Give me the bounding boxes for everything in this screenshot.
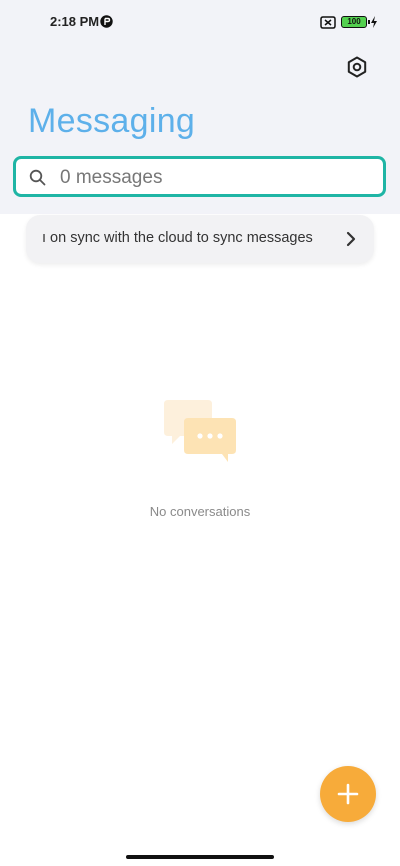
- sim-disabled-icon: [320, 16, 336, 29]
- gear-icon: [347, 56, 367, 78]
- battery-icon: 100: [341, 16, 370, 28]
- settings-button[interactable]: [342, 52, 372, 82]
- sync-banner-text: ı on sync with the cloud to sync message…: [42, 230, 313, 246]
- status-bar: 2:18 PM 100: [0, 0, 400, 46]
- cloud-sync-banner[interactable]: ı on sync with the cloud to sync message…: [26, 215, 374, 263]
- search-bar[interactable]: [13, 156, 386, 197]
- chevron-right-icon: [346, 231, 356, 247]
- empty-state-text: No conversations: [149, 504, 251, 519]
- charging-bolt-icon: [371, 16, 377, 28]
- status-time: 2:18 PM: [50, 14, 100, 29]
- plus-icon: [337, 783, 359, 805]
- new-message-button[interactable]: [320, 766, 376, 822]
- notification-icon: [100, 15, 113, 28]
- search-icon: [29, 169, 46, 186]
- page-title: Messaging: [28, 102, 196, 140]
- home-indicator[interactable]: [126, 855, 274, 859]
- search-input[interactable]: [58, 165, 362, 191]
- chat-bubbles-icon: [164, 400, 236, 462]
